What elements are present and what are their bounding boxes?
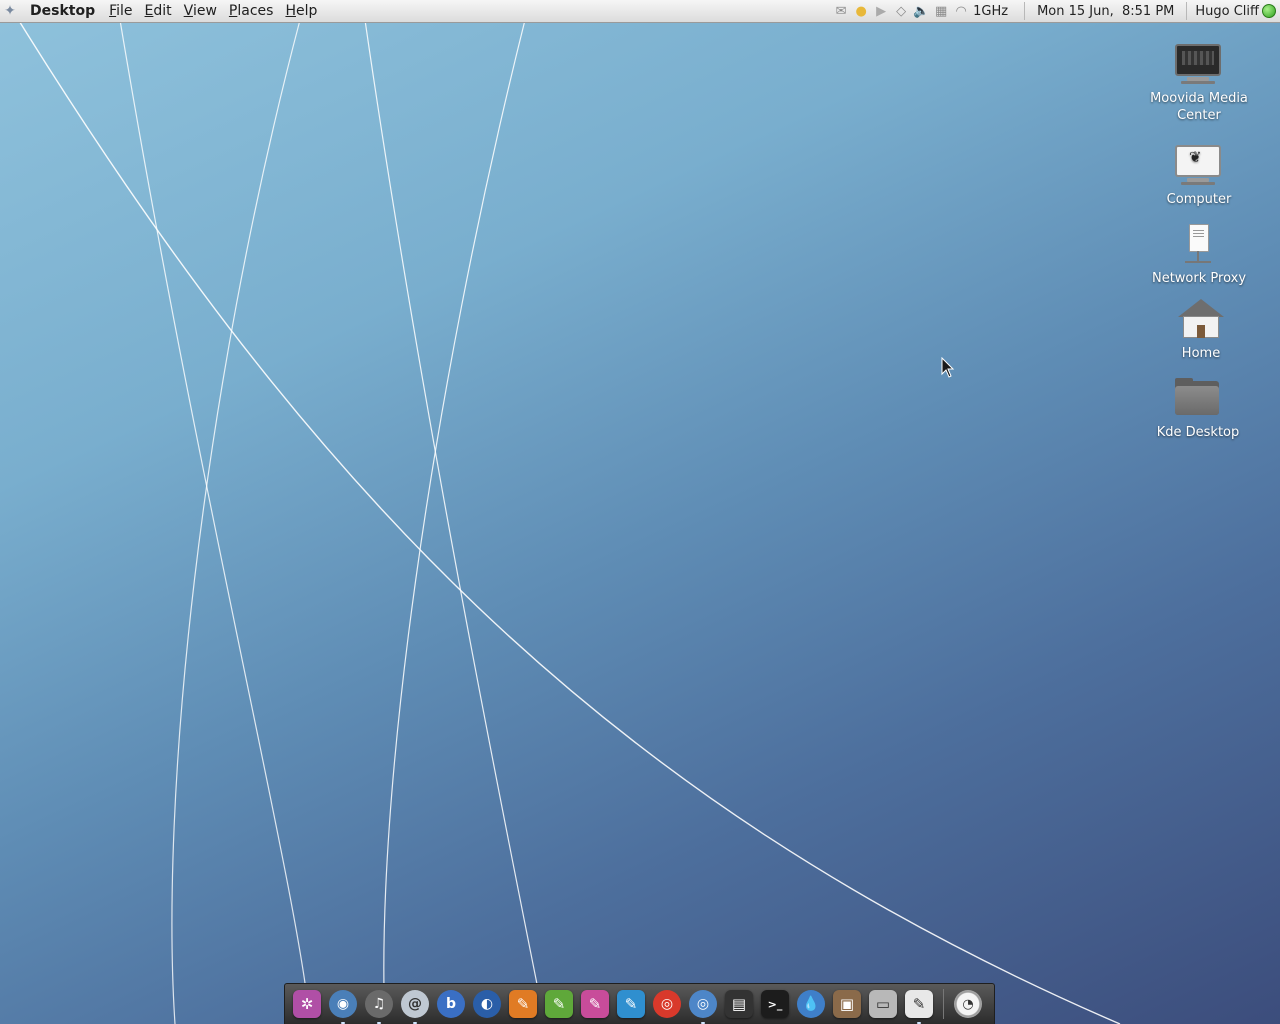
dock-item-music-player[interactable]: ♫ [363,988,395,1024]
dock-item-chromium[interactable]: ◎ [687,988,719,1024]
menu-label-rest: laces [237,3,274,19]
desktop-icon-home[interactable]: Home [1136,299,1266,362]
terminal-icon: >_ [761,990,789,1018]
desktop-icon-label: Kde Desktop [1156,425,1240,440]
media-center-icon: ▤ [725,990,753,1018]
user-name[interactable]: Hugo Cliff [1187,4,1262,19]
menu-label-rest: iew [192,3,217,19]
dock-separator [943,989,944,1019]
dock-item-office-blue[interactable]: ✎ [615,988,647,1020]
desktop-icon-network-proxy[interactable]: Network Proxy [1134,224,1264,287]
cpu-freq-icon[interactable]: ◠ [952,2,970,20]
display-icon[interactable]: ▦ [932,2,950,20]
desktop-icon-label: Center [1177,108,1221,123]
clock-icon: ◔ [954,990,982,1018]
menu-label-rest: ile [116,3,133,19]
app-name: Desktop [30,3,96,19]
desktop-icon-computer[interactable]: ❦ Computer [1134,145,1264,208]
b-app-icon: b [437,990,465,1018]
home-icon [1175,299,1227,343]
menu-view[interactable]: View [178,3,223,19]
desktop-icon-label: Moovida Media [1150,91,1248,106]
dock-item-clock[interactable]: ◔ [952,988,984,1020]
play-icon[interactable]: ▶ [872,2,890,20]
dock-item-media-center[interactable]: ▤ [723,988,755,1020]
office-green-icon: ✎ [545,990,573,1018]
office-pink-icon: ✎ [581,990,609,1018]
menu-mnemonic: V [183,3,193,19]
desktop-icon-moovida[interactable]: Moovida Media Center [1134,44,1264,124]
google-earth-icon: ◐ [473,990,501,1018]
dock-item-firefox[interactable]: ◉ [327,988,359,1024]
menu-places[interactable]: Places [223,3,280,19]
menu-label-rest: dit [153,3,172,19]
menu-help[interactable]: Help [279,3,323,19]
desktop-icon-kde-desktop[interactable]: Kde Desktop [1133,378,1263,441]
dock: ✲ ◉ ♫ @ b ◐ ✎ ✎ ✎ ✎ ◎ ◎ ▤ >_ 💧 ▣ ▭ ✎ ◔ [284,983,995,1024]
dock-item-office-orange[interactable]: ✎ [507,988,539,1020]
menu-file[interactable]: File [103,3,138,19]
volume-icon[interactable]: 🔈 [912,2,930,20]
dock-item-photo-manager[interactable]: ▣ [831,988,863,1020]
folder-icon [1172,378,1224,422]
office-blue-icon: ✎ [617,990,645,1018]
office-gray-icon: ✎ [905,990,933,1018]
media-center-icon [1173,44,1225,88]
network-icon[interactable]: ◇ [892,2,910,20]
dock-item-water-drop[interactable]: 💧 [795,988,827,1020]
dock-item-computer[interactable]: ▭ [867,988,899,1020]
computer-icon: ❦ [1173,145,1225,189]
dock-item-office-pink[interactable]: ✎ [579,988,611,1020]
music-player-icon: ♫ [365,990,393,1018]
system-tray: ✉ ● ▶ ◇ 🔈 ▦ ◠ 1GHz Mon 15 Jun, 8:51 PM H… [831,0,1280,22]
dock-item-terminal[interactable]: >_ [759,988,791,1020]
chat-icon: @ [401,990,429,1018]
top-panel: ✦ Desktop File Edit View Places Help ✉ ●… [0,0,1280,23]
dock-item-office-gray[interactable]: ✎ [903,988,935,1024]
photo-manager-icon: ▣ [833,990,861,1018]
dock-item-chrome[interactable]: ◎ [651,988,683,1020]
tomboy-icon[interactable]: ● [852,2,870,20]
computer-icon: ▭ [869,990,897,1018]
settings-icon: ✲ [293,990,321,1018]
dock-item-settings[interactable]: ✲ [291,988,323,1020]
chromium-icon: ◎ [689,990,717,1018]
clock[interactable]: Mon 15 Jun, 8:51 PM [1025,4,1186,19]
water-drop-icon: 💧 [797,990,825,1018]
app-logo-icon[interactable]: ✦ [0,0,20,22]
dock-item-office-green[interactable]: ✎ [543,988,575,1020]
mouse-cursor-icon [941,357,955,378]
firefox-icon: ◉ [329,990,357,1018]
network-proxy-icon [1173,224,1225,268]
wallpaper [5,0,1121,1024]
desktop-icon-label: Computer [1166,192,1232,207]
status-online-icon[interactable] [1262,4,1276,18]
dock-item-chat[interactable]: @ [399,988,431,1024]
menu-edit[interactable]: Edit [139,3,178,19]
dock-item-google-earth[interactable]: ◐ [471,988,503,1020]
menu-label-rest: elp [295,3,318,19]
dock-item-b-app[interactable]: b [435,988,467,1020]
office-orange-icon: ✎ [509,990,537,1018]
desktop-icon-label: Network Proxy [1151,271,1247,286]
mail-icon[interactable]: ✉ [832,2,850,20]
cpu-frequency[interactable]: 1GHz [973,4,1008,19]
menu-mnemonic: H [285,3,296,19]
chrome-icon: ◎ [653,990,681,1018]
desktop-icon-label: Home [1181,346,1221,361]
